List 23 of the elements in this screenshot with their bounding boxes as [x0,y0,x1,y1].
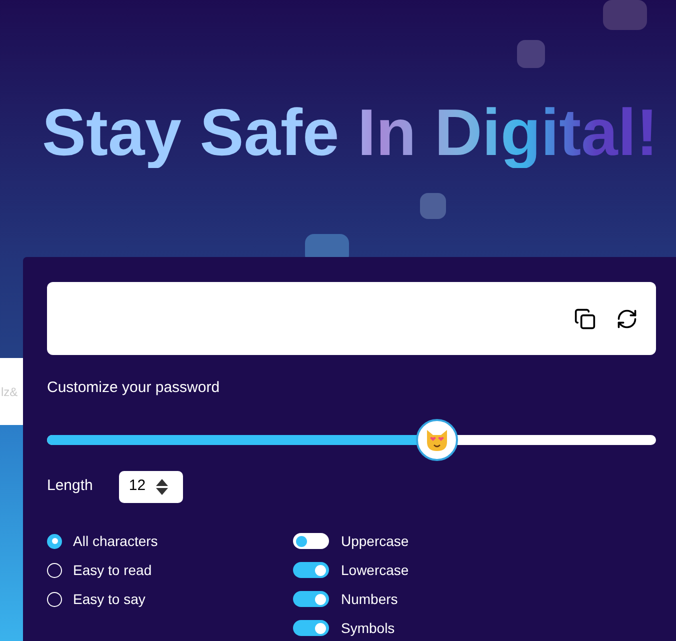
charset-toggle[interactable]: Symbols [293,620,395,636]
mode-radio[interactable]: Easy to say [47,590,146,608]
switch-icon[interactable] [293,533,329,549]
switch-icon[interactable] [293,620,329,636]
length-label: Length [47,476,93,496]
radio-icon[interactable] [47,534,62,548]
length-slider[interactable] [47,418,656,460]
switch-icon[interactable] [293,562,329,578]
stepper-icon[interactable] [156,478,168,494]
mode-radio[interactable]: Easy to read [47,562,152,578]
charset-toggle[interactable]: Lowercase [293,562,409,578]
charset-toggle[interactable]: Uppercase [293,532,409,550]
radio-icon[interactable] [47,592,62,606]
radio-icon[interactable] [47,562,62,578]
switch-icon[interactable] [293,591,329,607]
slider-thumb[interactable] [416,418,458,460]
mode-radio[interactable]: All characters [47,532,158,550]
copy-button[interactable] [574,308,596,330]
password-field[interactable] [47,282,656,355]
refresh-button[interactable] [616,308,638,330]
length-field[interactable]: 12 [118,470,183,502]
charset-toggle[interactable]: Numbers [293,590,398,608]
customize-label: Customize your password [47,378,220,398]
